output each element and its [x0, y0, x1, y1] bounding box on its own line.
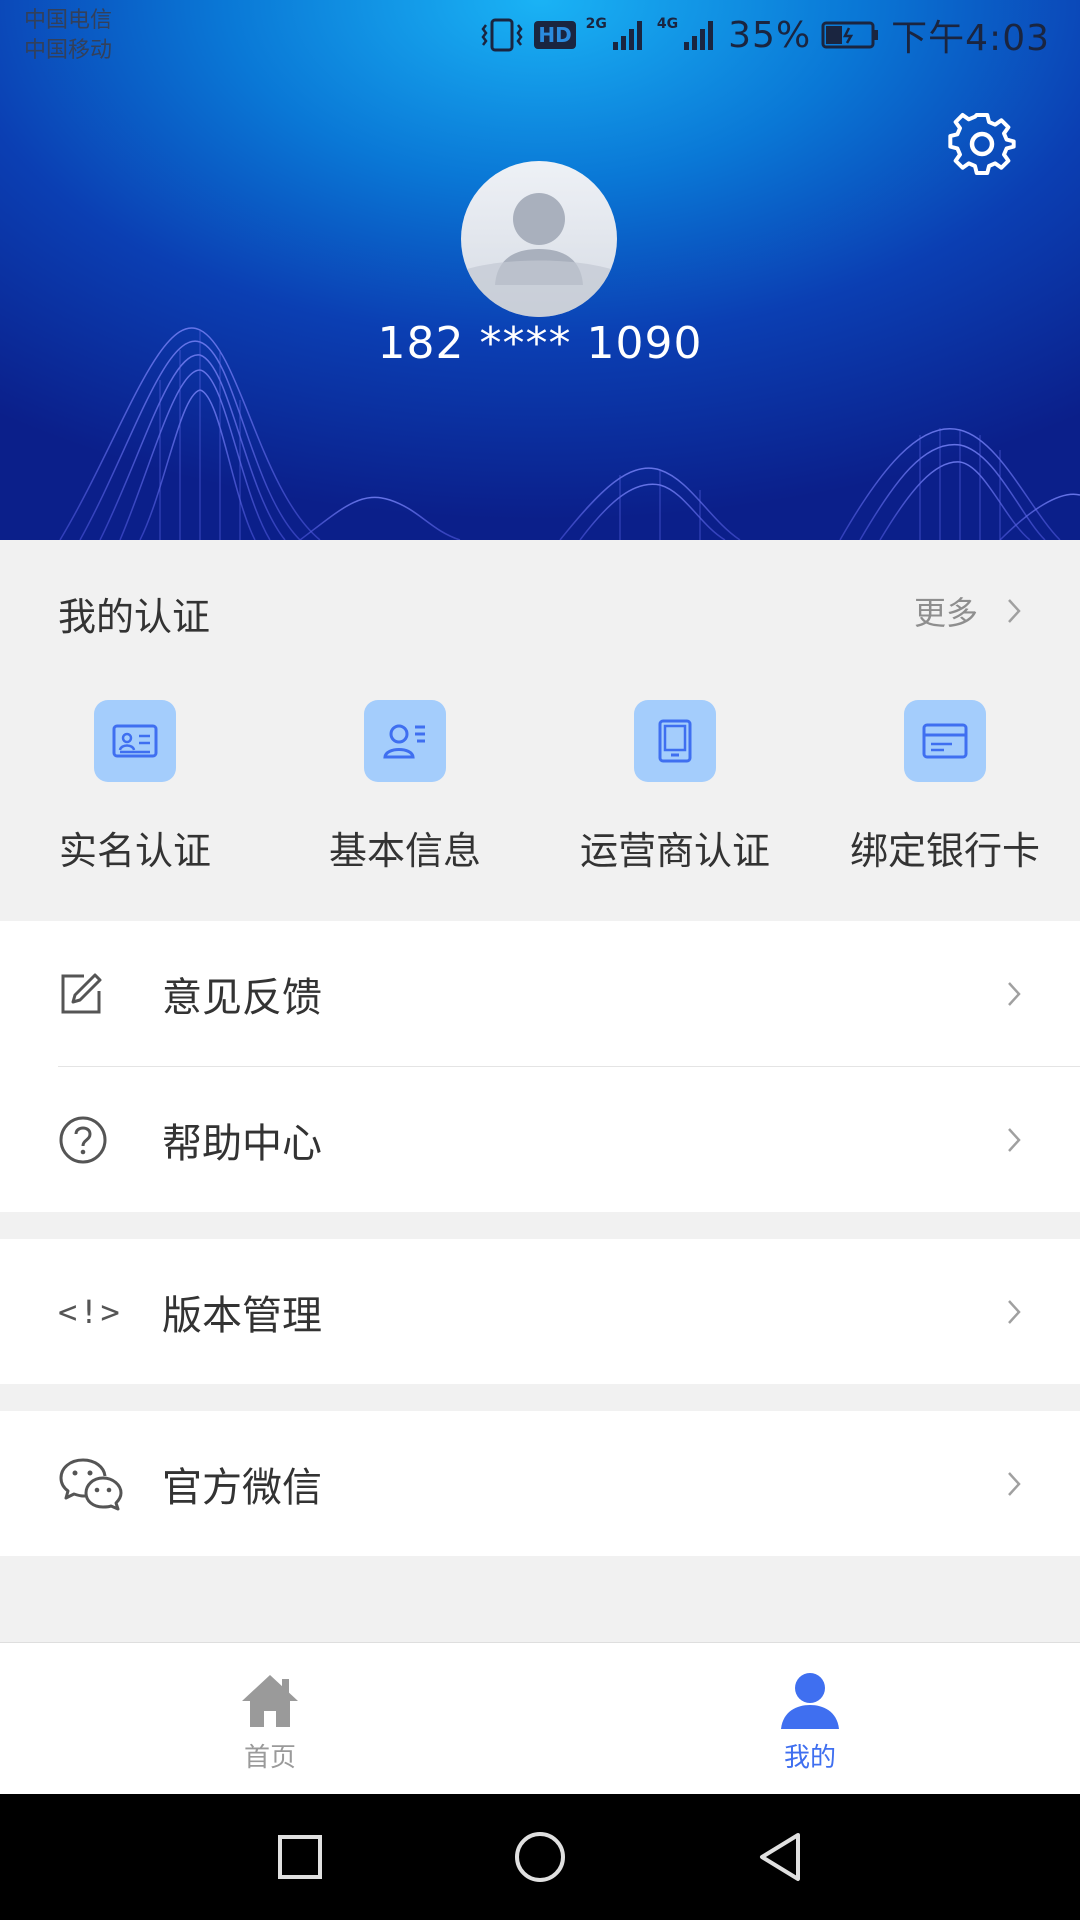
- chevron-right-icon: [1008, 981, 1021, 1006]
- menu-label: 意见反馈: [162, 974, 322, 1021]
- chevron-right-icon: [1008, 1299, 1021, 1324]
- cert-label: 运营商认证: [579, 829, 770, 873]
- status-bar: 中国电信 中国移动 HD 2G 4G 35% 下午4:03: [0, 0, 1080, 80]
- help-question-icon: [58, 1112, 128, 1168]
- signal-2-icon: [684, 21, 714, 50]
- certification-title: 我的认证: [58, 595, 211, 639]
- tab-label: 首页: [243, 1743, 296, 1773]
- cert-item-carrier[interactable]: 运营商认证: [540, 700, 810, 875]
- cert-item-bank-card[interactable]: 绑定银行卡: [810, 700, 1080, 875]
- recent-apps-square-icon[interactable]: [270, 1827, 330, 1887]
- home-circle-icon[interactable]: [510, 1827, 570, 1887]
- phone-number: 182 **** 1090: [377, 318, 703, 369]
- menu-group-version: <!> 版本管理: [0, 1239, 1080, 1384]
- phone-device-icon: [634, 700, 716, 782]
- certification-grid: 实名认证 基本信息 运营商认证 绑定银行卡: [0, 700, 1080, 875]
- certification-section: 我的认证 更多 实名认证 基本信息 运营商认证 绑定银行卡: [0, 540, 1080, 920]
- network-1-label: 2G: [585, 16, 607, 32]
- user-info-icon: [364, 700, 446, 782]
- chevron-right-icon: [1008, 1471, 1021, 1496]
- edit-icon: [58, 966, 128, 1022]
- battery-charging-icon: [821, 21, 879, 49]
- avatar[interactable]: [461, 161, 617, 317]
- id-card-icon: [94, 700, 176, 782]
- user-profile-icon: [781, 1673, 839, 1729]
- back-triangle-icon[interactable]: [750, 1827, 810, 1887]
- carrier-2: 中国移动: [24, 38, 113, 63]
- certification-more-link[interactable]: 更多: [914, 588, 1022, 634]
- menu-group-wechat: 官方微信: [0, 1411, 1080, 1556]
- tab-home[interactable]: 首页: [0, 1643, 540, 1794]
- menu-item-feedback[interactable]: 意见反馈: [0, 921, 1080, 1066]
- tab-label: 我的: [783, 1743, 836, 1773]
- menu-item-help[interactable]: 帮助中心: [0, 1067, 1080, 1212]
- chevron-right-icon: [1008, 1127, 1021, 1152]
- menu-label: 官方微信: [162, 1464, 322, 1511]
- tab-mine[interactable]: 我的: [540, 1643, 1080, 1794]
- menu-item-version[interactable]: <!> 版本管理: [0, 1239, 1080, 1384]
- carrier-info: 中国电信 中国移动: [24, 6, 112, 66]
- status-icons: HD 2G 4G 35% 下午4:03: [480, 10, 1050, 60]
- cert-item-basic-info[interactable]: 基本信息: [270, 700, 540, 875]
- default-user-avatar-icon: [461, 193, 617, 317]
- vibrate-icon: [481, 18, 523, 52]
- menu-item-wechat[interactable]: 官方微信: [0, 1411, 1080, 1556]
- carrier-1: 中国电信: [24, 8, 113, 33]
- battery-percent: 35%: [728, 14, 812, 56]
- profile-header: 中国电信 中国移动 HD 2G 4G 35% 下午4:03 182 **** 1…: [0, 0, 1080, 540]
- settings-gear-icon[interactable]: [944, 106, 1020, 182]
- menu-label: 版本管理: [162, 1292, 322, 1339]
- signal-1-icon: [612, 21, 642, 50]
- cert-label: 绑定银行卡: [849, 829, 1040, 873]
- clock: 下午4:03: [891, 18, 1050, 59]
- cert-item-realname[interactable]: 实名认证: [0, 700, 270, 875]
- cert-label: 基本信息: [328, 829, 481, 873]
- chevron-right-icon: [1008, 599, 1021, 623]
- more-label: 更多: [913, 594, 978, 632]
- hd-badge: HD: [534, 21, 576, 49]
- version-code-icon: <!>: [58, 1284, 128, 1340]
- version-icon-text: <!>: [58, 1292, 122, 1331]
- wechat-icon: [58, 1456, 128, 1512]
- menu-label: 帮助中心: [162, 1120, 322, 1167]
- bottom-tab-bar: 首页 我的: [0, 1642, 1080, 1794]
- bank-card-icon: [904, 700, 986, 782]
- home-icon: [242, 1675, 298, 1727]
- network-2-label: 4G: [656, 16, 679, 32]
- cert-label: 实名认证: [58, 829, 211, 873]
- menu-group-support: 意见反馈 帮助中心: [0, 921, 1080, 1212]
- system-navigation-bar: [0, 1794, 1080, 1920]
